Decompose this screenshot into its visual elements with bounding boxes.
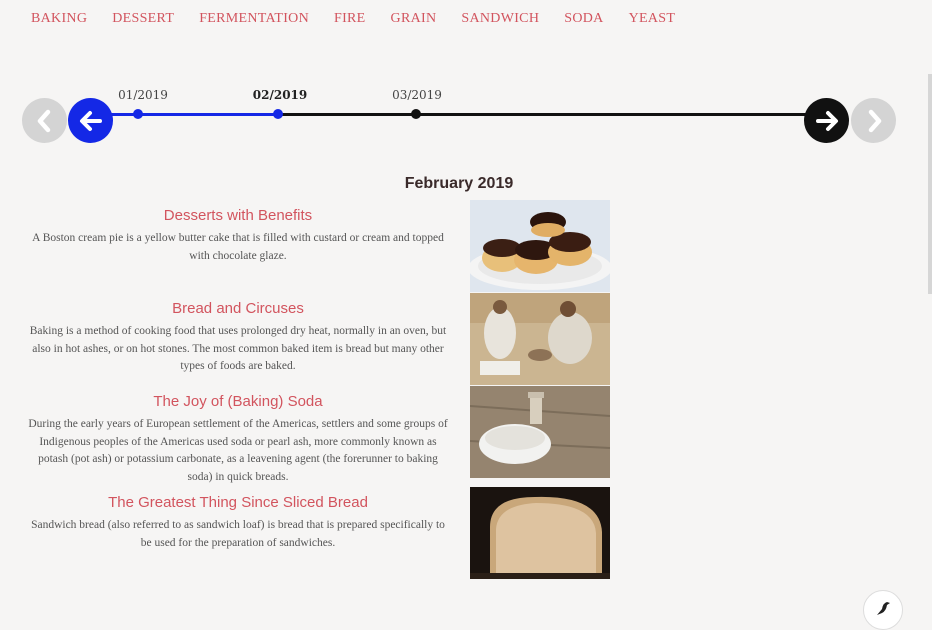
nav-item-yeast[interactable]: YEAST [629, 11, 676, 27]
story-body: Baking is a method of cooking food that … [29, 325, 447, 372]
story-item: Bread and Circuses Baking is a method of… [28, 300, 448, 376]
bread-loaf-photo[interactable] [470, 487, 610, 579]
chevron-left-icon [37, 109, 50, 132]
story-item: The Joy of (Baking) Soda During the earl… [28, 393, 448, 486]
arrow-left-icon [79, 110, 102, 131]
month-title: February 2019 [404, 175, 514, 192]
timeline: 01/2019 02/2019 03/2019 [0, 80, 932, 160]
nav-item-fire[interactable]: FIRE [334, 11, 366, 27]
chevron-right-icon [868, 109, 881, 132]
last-button[interactable] [851, 98, 896, 143]
story-body: During the early years of European settl… [28, 418, 448, 483]
previous-button[interactable] [68, 98, 113, 143]
story-title[interactable]: The Greatest Thing Since Sliced Bread [28, 494, 448, 511]
story-item: Desserts with Benefits A Boston cream pi… [28, 207, 448, 265]
story-body: A Boston cream pie is a yellow butter ca… [32, 232, 444, 262]
timeline-date-label: 01/2019 [118, 88, 168, 102]
timeline-dot[interactable] [411, 109, 421, 119]
nav-item-sandwich[interactable]: SANDWICH [461, 11, 539, 27]
baking-soda-bowl-photo[interactable] [470, 386, 610, 478]
next-button[interactable] [804, 98, 849, 143]
story-title[interactable]: The Joy of (Baking) Soda [28, 393, 448, 410]
nav-item-fermentation[interactable]: FERMENTATION [199, 11, 309, 27]
timeline-date-label: 03/2019 [392, 88, 442, 102]
story-title[interactable]: Bread and Circuses [28, 300, 448, 317]
scrollbar[interactable] [928, 74, 932, 294]
timeline-dot[interactable] [133, 109, 143, 119]
bakers-in-desert-photo[interactable] [470, 293, 610, 385]
category-nav: BAKING DESSERT FERMENTATION FIRE GRAIN S… [31, 11, 700, 27]
arrow-right-icon [815, 110, 838, 131]
nav-item-dessert[interactable]: DESSERT [112, 11, 174, 27]
first-button[interactable] [22, 98, 67, 143]
nav-item-baking[interactable]: BAKING [31, 11, 87, 27]
timeline-dot-active[interactable] [273, 109, 283, 119]
timeline-date-label-active: 02/2019 [252, 88, 308, 102]
timeline-progress [100, 113, 280, 116]
story-item: The Greatest Thing Since Sliced Bread Sa… [28, 494, 448, 552]
bird-icon [877, 602, 890, 615]
nav-item-soda[interactable]: SODA [564, 11, 603, 27]
cream-puffs-photo[interactable] [470, 200, 610, 292]
bird-logo-button[interactable] [863, 590, 903, 630]
story-body: Sandwich bread (also referred to as sand… [31, 519, 445, 549]
nav-item-grain[interactable]: GRAIN [391, 11, 437, 27]
story-title[interactable]: Desserts with Benefits [28, 207, 448, 224]
